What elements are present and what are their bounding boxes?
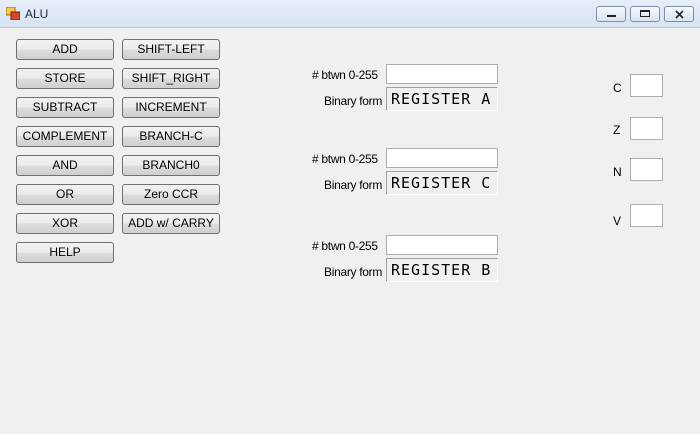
flag-n-label: N <box>613 165 622 179</box>
increment-button[interactable]: INCREMENT <box>122 97 220 118</box>
close-icon <box>675 10 684 19</box>
subtract-button[interactable]: SUBTRACT <box>16 97 114 118</box>
complement-button[interactable]: COMPLEMENT <box>16 126 114 147</box>
register-c-display: REGISTER C <box>386 171 498 195</box>
number-label-register-b: # btwn 0-255 <box>312 239 378 253</box>
title-bar: ALU <box>0 0 700 28</box>
number-label-register-a: # btwn 0-255 <box>312 68 378 82</box>
minimize-button[interactable] <box>596 6 626 22</box>
branch-c-button[interactable]: BRANCH-C <box>122 126 220 147</box>
add-button[interactable]: ADD <box>16 39 114 60</box>
flag-z-field[interactable] <box>630 117 663 140</box>
binary-label-register-a: Binary form <box>324 94 383 108</box>
zero-ccr-button[interactable]: Zero CCR <box>122 184 220 205</box>
number-input-register-a[interactable] <box>386 64 498 84</box>
register-a-display: REGISTER A <box>386 87 498 111</box>
app-icon <box>6 7 20 20</box>
number-input-register-b[interactable] <box>386 235 498 255</box>
flag-c-label: C <box>613 81 622 95</box>
binary-label-register-b: Binary form <box>324 265 383 279</box>
help-button[interactable]: HELP <box>16 242 114 263</box>
store-button[interactable]: STORE <box>16 68 114 89</box>
and-button[interactable]: AND <box>16 155 114 176</box>
flag-c-field[interactable] <box>630 74 663 97</box>
xor-button[interactable]: XOR <box>16 213 114 234</box>
binary-label-register-c: Binary form <box>324 178 383 192</box>
or-button[interactable]: OR <box>16 184 114 205</box>
branch0-button[interactable]: BRANCH0 <box>122 155 220 176</box>
flag-z-label: Z <box>613 123 621 137</box>
window-title: ALU <box>25 7 49 21</box>
register-b-display: REGISTER B <box>386 258 498 282</box>
flag-n-field[interactable] <box>630 158 663 181</box>
flag-v-label: V <box>613 214 622 228</box>
maximize-button[interactable] <box>630 6 660 22</box>
shift-left-button[interactable]: SHIFT-LEFT <box>122 39 220 60</box>
shift-right-button[interactable]: SHIFT_RIGHT <box>122 68 220 89</box>
number-input-register-c[interactable] <box>386 148 498 168</box>
close-button[interactable] <box>664 6 694 22</box>
number-label-register-c: # btwn 0-255 <box>312 152 378 166</box>
maximize-icon <box>640 10 650 17</box>
flag-v-field[interactable] <box>630 204 663 227</box>
add-carry-button[interactable]: ADD w/ CARRY <box>122 213 220 234</box>
minimize-icon <box>607 15 616 17</box>
